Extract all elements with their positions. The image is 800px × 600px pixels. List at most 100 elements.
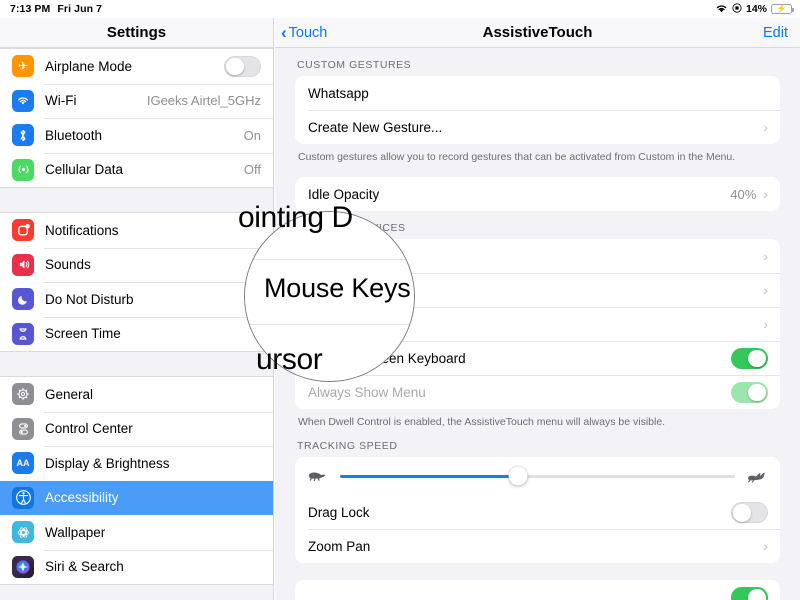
row-label: Idle Opacity xyxy=(308,186,380,202)
row-drag-lock[interactable]: Drag Lock xyxy=(295,495,780,530)
detail-navbar: ‹ Touch AssistiveTouch Edit xyxy=(275,18,800,48)
sidebar-navbar: Settings xyxy=(0,18,273,48)
dwell-control-footnote: When Dwell Control is enabled, the Assis… xyxy=(298,416,666,429)
page-title: AssistiveTouch xyxy=(482,24,593,41)
screen-time-icon xyxy=(12,322,34,345)
rotation-lock-icon xyxy=(732,2,742,16)
chevron-right-icon: › xyxy=(763,248,768,265)
tracking-speed-thumb[interactable] xyxy=(508,466,528,486)
partial-row-toggle[interactable] xyxy=(731,586,768,600)
display-brightness-icon: AA xyxy=(12,452,34,475)
show-onscreen-keyboard-toggle[interactable] xyxy=(731,347,768,369)
status-bar-left: 7:13 PM Fri Jun 7 xyxy=(10,3,102,15)
tracking-speed-track[interactable] xyxy=(340,466,735,486)
sidebar-group-divider-2 xyxy=(0,352,273,376)
row-tracking-speed-slider[interactable] xyxy=(295,457,780,496)
chevron-right-icon: › xyxy=(763,282,768,299)
sidebar-item-siri-search[interactable]: Siri & Search xyxy=(0,549,273,584)
chevron-left-icon: ‹ xyxy=(281,22,287,42)
sidebar-item-label: Notifications xyxy=(45,222,119,238)
always-show-menu-toggle[interactable] xyxy=(731,381,768,403)
bluetooth-value: On xyxy=(243,127,261,143)
sidebar-group-divider xyxy=(0,188,273,212)
gesture-row-create-new[interactable]: Create New Gesture... › xyxy=(295,110,780,144)
sidebar-item-display-brightness[interactable]: AA Display & Brightness xyxy=(0,446,273,481)
sidebar-item-wallpaper[interactable]: Wallpaper xyxy=(0,515,273,550)
airplane-icon: ✈ xyxy=(12,55,34,78)
notifications-icon xyxy=(12,219,34,242)
sidebar-item-label: Cellular Data xyxy=(45,162,124,178)
sidebar-item-label: Bluetooth xyxy=(45,127,103,143)
wifi-icon xyxy=(715,3,728,16)
row-zoom-pan[interactable]: Zoom Pan › xyxy=(295,529,780,564)
sidebar-item-cellular-data[interactable]: Cellular Data Off xyxy=(0,152,273,187)
sidebar-item-screen-time[interactable]: Screen Time xyxy=(0,316,273,351)
tracking-speed-fill xyxy=(340,474,518,478)
sidebar-item-sounds[interactable]: Sounds xyxy=(0,247,273,282)
cellular-value: Off xyxy=(243,162,261,178)
chevron-right-icon: › xyxy=(763,538,768,555)
chevron-right-icon: › xyxy=(763,119,768,135)
chevron-right-icon: › xyxy=(763,316,768,333)
tracking-speed-header: TRACKING SPEED xyxy=(297,440,398,453)
sidebar-item-do-not-disturb[interactable]: Do Not Disturb xyxy=(0,282,273,317)
status-date: Fri Jun 7 xyxy=(57,3,103,15)
airplane-mode-toggle[interactable] xyxy=(224,55,261,77)
sidebar-item-label: Wallpaper xyxy=(45,524,106,540)
tracking-speed-card: Drag Lock Zoom Pan › xyxy=(295,457,780,564)
wallpaper-icon xyxy=(12,521,34,544)
sidebar-title: Settings xyxy=(106,24,167,41)
status-time: 7:13 PM xyxy=(10,3,51,15)
sidebar-item-accessibility[interactable]: Accessibility xyxy=(0,480,273,515)
battery-icon: ⚡ xyxy=(771,3,794,15)
sidebar-item-control-center[interactable]: Control Center xyxy=(0,411,273,446)
gear-icon xyxy=(12,383,34,406)
sidebar-group-system: General Control Center AA Display & Brig… xyxy=(0,376,273,585)
sidebar-item-label: Siri & Search xyxy=(45,559,124,575)
settings-sidebar: Settings ✈ Airplane Mode Wi-Fi IGeeks Ai… xyxy=(0,18,274,600)
row-label: Drag Lock xyxy=(308,504,370,520)
sounds-icon xyxy=(12,253,34,276)
status-bar: 7:13 PM Fri Jun 7 14% ⚡ xyxy=(0,0,800,18)
wifi-network-value: IGeeks Airtel_5GHz xyxy=(146,93,261,109)
turtle-icon xyxy=(308,470,328,482)
sidebar-item-label: Screen Time xyxy=(45,326,121,342)
custom-gestures-card: Whatsapp Create New Gesture... › xyxy=(295,76,780,144)
back-button-label: Touch xyxy=(288,24,328,41)
row-label: Whatsapp xyxy=(308,85,369,101)
row-idle-opacity[interactable]: Idle Opacity 40% › xyxy=(295,177,780,212)
custom-gestures-footnote: Custom gestures allow you to record gest… xyxy=(298,151,736,163)
row-always-show-menu[interactable]: Always Show Menu xyxy=(295,375,780,410)
row-label: Always Show Menu xyxy=(308,384,426,400)
sidebar-item-general[interactable]: General xyxy=(0,377,273,412)
sidebar-item-label: Wi-Fi xyxy=(45,93,77,109)
sidebar-item-label: Accessibility xyxy=(45,490,119,506)
sidebar-item-notifications[interactable]: Notifications xyxy=(0,213,273,248)
idle-opacity-value: 40% xyxy=(730,186,757,202)
bluetooth-icon xyxy=(12,124,34,147)
sidebar-item-label: Sounds xyxy=(45,257,91,273)
wifi-icon xyxy=(12,89,34,112)
sidebar-group-connectivity: ✈ Airplane Mode Wi-Fi IGeeks Airtel_5GHz xyxy=(0,48,273,188)
sidebar-item-wifi[interactable]: Wi-Fi IGeeks Airtel_5GHz xyxy=(0,83,273,118)
edit-button[interactable]: Edit xyxy=(763,25,788,41)
sidebar-item-bluetooth[interactable]: Bluetooth On xyxy=(0,118,273,153)
back-button-touch[interactable]: ‹ Touch xyxy=(281,22,328,42)
drag-lock-toggle[interactable] xyxy=(731,501,768,523)
row-label: Create New Gesture... xyxy=(308,119,443,135)
accessibility-icon xyxy=(12,486,34,509)
sidebar-item-label: Airplane Mode xyxy=(45,58,133,74)
sidebar-item-label: General xyxy=(45,386,94,402)
gesture-row-whatsapp[interactable]: Whatsapp xyxy=(295,76,780,110)
row-partial-bottom[interactable] xyxy=(295,580,780,600)
ipad-settings-screen: 7:13 PM Fri Jun 7 14% ⚡ Settings ✈ Airpl… xyxy=(0,0,800,600)
sidebar-item-airplane-mode[interactable]: ✈ Airplane Mode xyxy=(0,49,273,84)
custom-gestures-header: CUSTOM GESTURES xyxy=(297,59,412,71)
rabbit-icon xyxy=(747,470,767,483)
siri-icon xyxy=(12,555,34,578)
next-section-card-partial xyxy=(295,580,780,600)
magnifier-loupe xyxy=(244,211,415,382)
do-not-disturb-icon xyxy=(12,288,34,311)
